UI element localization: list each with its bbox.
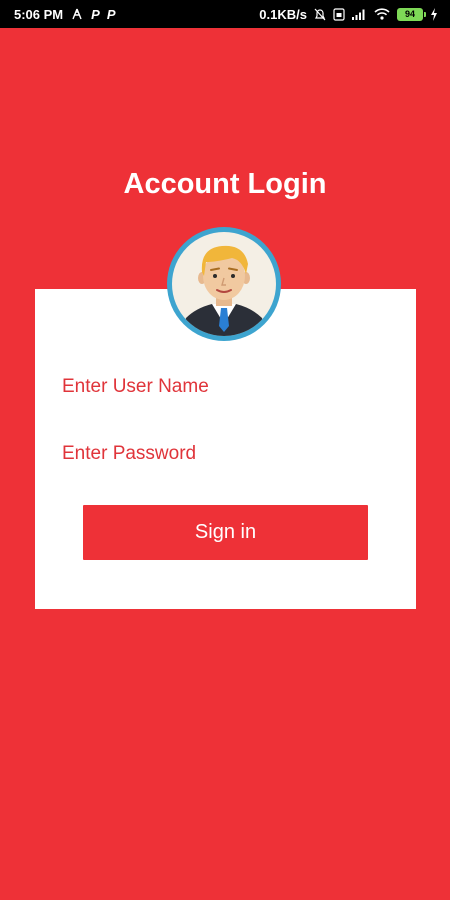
status-time: 5:06 PM <box>14 6 64 22</box>
cell-signal-icon <box>352 8 367 20</box>
status-bar: 5:06 PM P P 0.1KB/s 94 <box>0 0 450 28</box>
wifi-icon <box>374 8 390 20</box>
avatar <box>167 227 281 341</box>
battery-icon: 94 <box>397 7 426 21</box>
username-input[interactable] <box>62 372 382 402</box>
signal-tower-icon <box>70 8 84 20</box>
page-title: Account Login <box>123 168 327 200</box>
dual-sim-icon <box>333 7 345 21</box>
status-right: 0.1KB/s 94 <box>259 7 438 22</box>
user-avatar-icon <box>172 232 276 336</box>
sign-in-button[interactable]: Sign in <box>83 505 368 560</box>
p-icon: P <box>91 6 100 22</box>
charging-icon <box>430 7 438 21</box>
battery-level: 94 <box>404 9 415 19</box>
p-icon: P <box>106 6 116 22</box>
mute-bell-icon <box>314 8 326 21</box>
password-input[interactable] <box>62 439 382 469</box>
status-left: 5:06 PM P P <box>14 7 115 22</box>
network-speed: 0.1KB/s <box>259 6 307 22</box>
